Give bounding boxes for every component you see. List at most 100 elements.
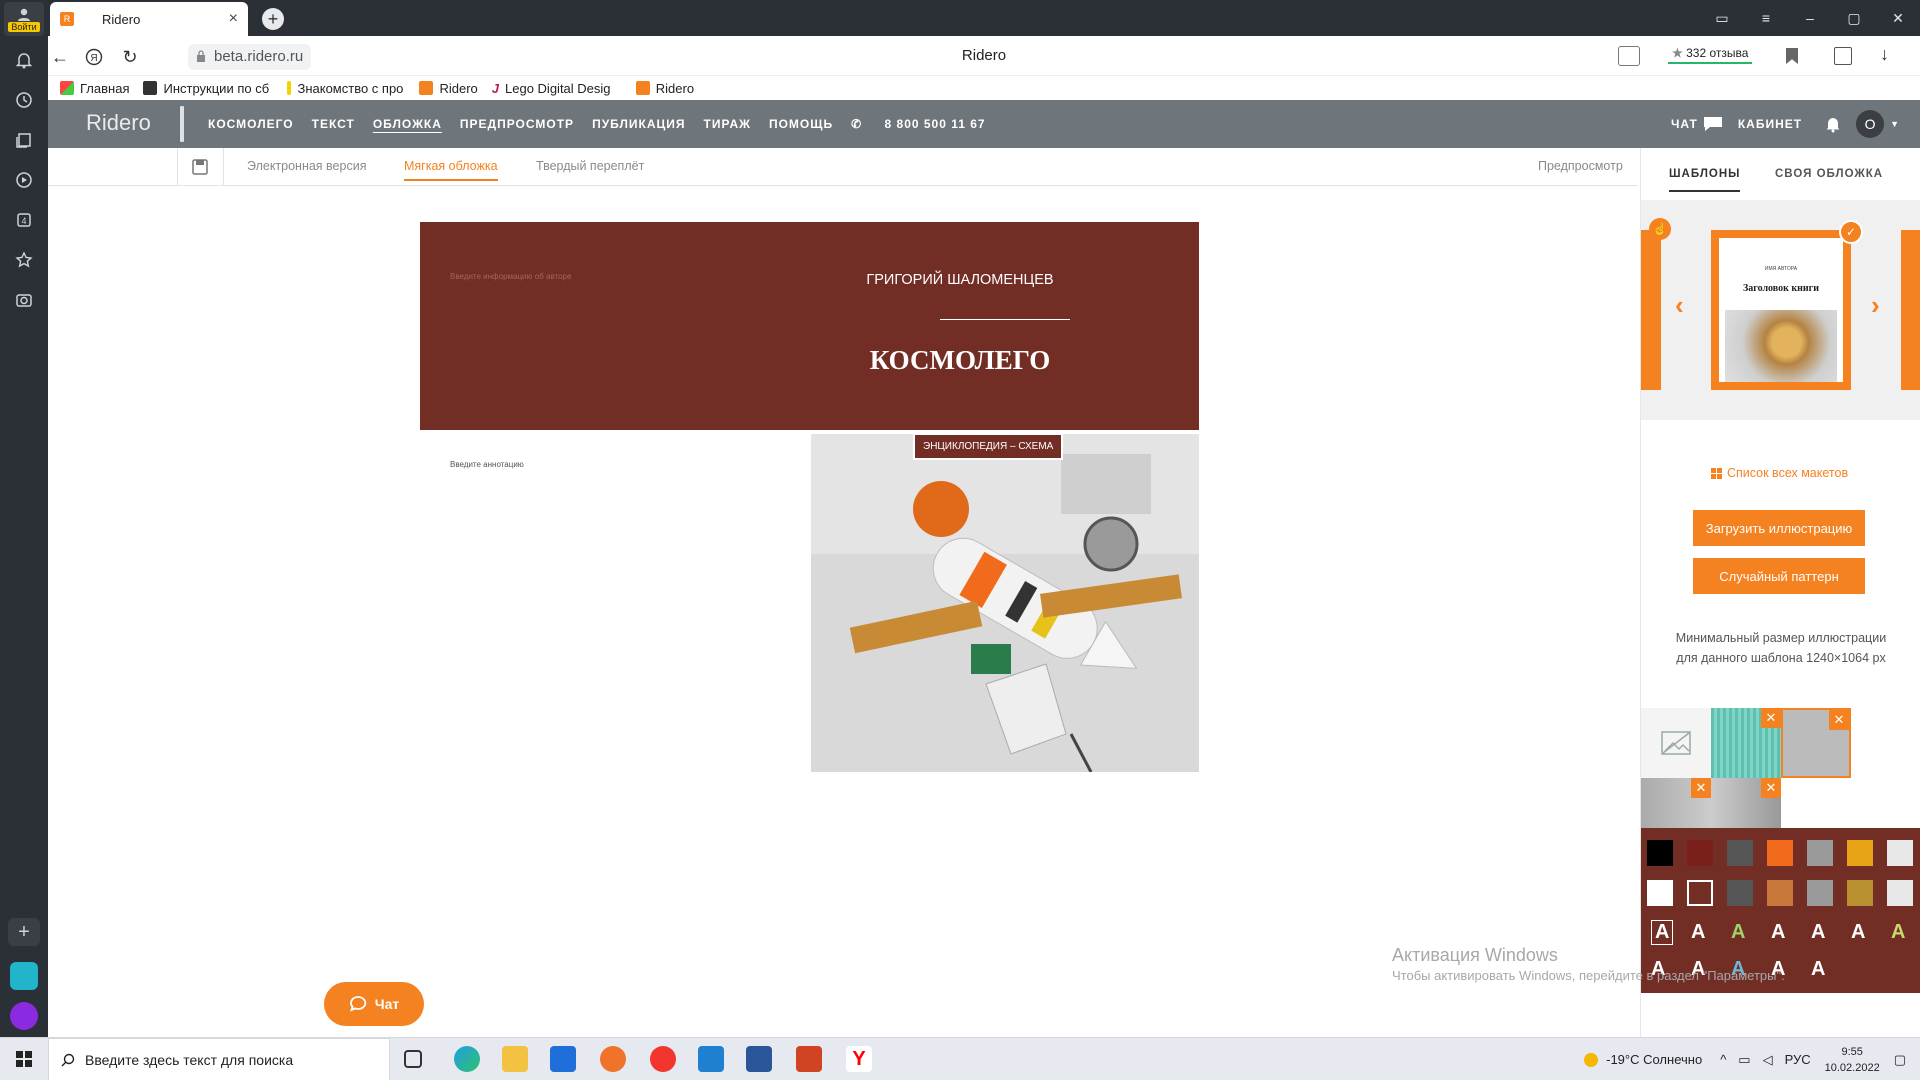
tray-chevron-icon[interactable]: ^ (1720, 1052, 1726, 1067)
yandex-browser-icon[interactable] (650, 1046, 676, 1072)
taskbar-search[interactable]: Введите здесь текст для поиска (48, 1038, 390, 1080)
network-icon[interactable]: ▭ (1738, 1052, 1750, 1068)
nav-cover[interactable]: ОБЛОЖКА (373, 117, 442, 131)
random-pattern-button[interactable]: Случайный паттерн (1693, 558, 1865, 594)
font-option-selected[interactable]: A (1651, 920, 1674, 945)
word-icon[interactable] (746, 1046, 772, 1072)
bookmarks-panel-icon[interactable]: ▭ (1700, 10, 1744, 27)
upload-illustration-button[interactable]: Загрузить иллюстрацию (1693, 510, 1865, 546)
nav-book[interactable]: КОСМОЛЕГО (208, 117, 294, 131)
color-swatch[interactable] (1727, 880, 1753, 906)
nav-preview[interactable]: ПРЕДПРОСМОТР (460, 117, 574, 131)
preview-link[interactable]: Предпросмотр (1538, 159, 1623, 173)
color-swatch[interactable] (1807, 840, 1833, 866)
font-option[interactable]: A (1891, 921, 1905, 944)
font-option[interactable]: A (1731, 921, 1745, 944)
url-field[interactable]: beta.ridero.ru (188, 44, 312, 70)
author-info-placeholder[interactable]: Введите информацию об авторе (450, 272, 571, 281)
messenger-icon[interactable] (10, 962, 38, 990)
reload-icon[interactable]: ↻ (118, 45, 142, 69)
color-swatch[interactable] (1647, 880, 1673, 906)
font-option[interactable]: A (1771, 921, 1785, 944)
video-icon[interactable] (12, 168, 36, 192)
color-swatch[interactable] (1687, 840, 1713, 866)
close-window-icon[interactable]: ✕ (1876, 10, 1920, 27)
language-indicator[interactable]: РУС (1785, 1052, 1811, 1067)
notifications-icon[interactable]: ▢ (1894, 1052, 1906, 1068)
firefox-icon[interactable] (600, 1046, 626, 1072)
history-icon[interactable] (12, 88, 36, 112)
collections-icon[interactable] (12, 128, 36, 152)
close-tab-icon[interactable]: × (229, 10, 238, 28)
profile-button[interactable]: Войти (4, 2, 44, 36)
yandex-taskbar-icon[interactable]: Y (846, 1046, 872, 1072)
remove-icon[interactable]: ✕ (1761, 708, 1781, 728)
notification-bell-icon[interactable] (1824, 115, 1842, 133)
template-next-thumb[interactable] (1901, 230, 1920, 390)
annotation-placeholder[interactable]: Введите аннотацию (450, 460, 524, 469)
star-icon[interactable] (12, 248, 36, 272)
browser-tab[interactable]: R Ridero × (50, 2, 248, 36)
cover-illustration[interactable] (811, 434, 1199, 772)
photo-thumb[interactable]: ✕ (1641, 778, 1711, 828)
tab-own-cover[interactable]: СВОЯ ОБЛОЖКА (1775, 168, 1883, 180)
bell-icon[interactable] (12, 48, 36, 72)
nav-print[interactable]: ТИРАЖ (704, 117, 751, 131)
tab-hardcover[interactable]: Твердый переплёт (536, 159, 644, 173)
download-icon[interactable]: ↓ (1880, 44, 1889, 65)
carousel-next-icon[interactable]: › (1871, 290, 1880, 321)
bookmark-item[interactable]: Главная (60, 81, 129, 96)
mail-icon[interactable] (698, 1046, 724, 1072)
color-swatch[interactable] (1887, 840, 1913, 866)
font-option[interactable]: A (1691, 921, 1705, 944)
minimize-icon[interactable]: – (1788, 10, 1832, 26)
clock[interactable]: 9:55 10.02.2022 (1825, 1044, 1880, 1076)
color-swatch[interactable] (1767, 880, 1793, 906)
font-option[interactable]: A (1811, 921, 1825, 944)
windows-start-icon[interactable] (16, 1051, 32, 1067)
pattern-thumb[interactable]: ✕ (1711, 708, 1781, 778)
bookmark-item[interactable]: Инструкции по сб (143, 81, 273, 96)
new-tab-button[interactable]: + (262, 8, 284, 30)
nav-text[interactable]: ТЕКСТ (312, 117, 355, 131)
weather-text[interactable]: -19°C Солнечно (1606, 1052, 1702, 1067)
volume-icon[interactable]: ◁ (1763, 1052, 1773, 1068)
remove-icon[interactable]: ✕ (1761, 778, 1781, 798)
photo-thumb-selected[interactable]: ✕ (1781, 708, 1851, 778)
avatar[interactable]: О (1856, 110, 1885, 138)
tabs-icon[interactable]: 4 (12, 208, 36, 232)
bookmark-item[interactable]: J Lego Digital Desig (492, 81, 622, 96)
photo-thumb[interactable]: ✕ (1711, 778, 1781, 828)
save-icon[interactable] (192, 159, 208, 175)
bookmark-item[interactable]: Ridero (419, 81, 478, 96)
font-option[interactable]: A (1811, 958, 1825, 981)
back-icon[interactable]: ← (48, 45, 72, 69)
tab-softcover[interactable]: Мягкая обложка (404, 159, 498, 181)
remove-icon[interactable]: ✕ (1691, 778, 1711, 798)
font-option[interactable]: A (1851, 921, 1865, 944)
all-layouts-link[interactable]: Список всех макетов (1711, 466, 1848, 480)
selected-template[interactable]: ИМЯ АВТОРА Заголовок книги (1711, 230, 1851, 390)
chat-link[interactable]: ЧАТ (1671, 117, 1698, 131)
cabinet-link[interactable]: КАБИНЕТ (1738, 117, 1802, 131)
ridero-logo[interactable]: Ridero (86, 110, 151, 136)
bookmark-item[interactable]: Знакомство с про (287, 81, 405, 96)
yandex-icon[interactable]: Я (82, 45, 106, 69)
menu-icon[interactable]: ≡ (1744, 10, 1788, 26)
color-swatch[interactable] (1727, 840, 1753, 866)
carousel-prev-icon[interactable]: ‹ (1675, 290, 1684, 321)
chat-button[interactable]: Чат (324, 982, 424, 1026)
cover-subtitle-tag[interactable]: ЭНЦИКЛОПЕДИЯ – СХЕМА (913, 433, 1064, 460)
powerpoint-icon[interactable] (796, 1046, 822, 1072)
color-swatch[interactable] (1847, 880, 1873, 906)
tab-ebook[interactable]: Электронная версия (247, 159, 366, 173)
collections-button-icon[interactable] (1834, 47, 1852, 65)
reviews-badge[interactable]: ★ 332 отзыва (1668, 44, 1753, 64)
explorer-icon[interactable] (502, 1046, 528, 1072)
color-swatch-selected[interactable] (1687, 880, 1713, 906)
edge-icon[interactable] (454, 1046, 480, 1072)
template-prev-thumb[interactable] (1641, 230, 1661, 390)
remove-icon[interactable]: ✕ (1829, 710, 1849, 730)
cover-title[interactable]: КОСМОЛЕГО (810, 345, 1110, 376)
task-view-icon[interactable] (404, 1050, 422, 1068)
